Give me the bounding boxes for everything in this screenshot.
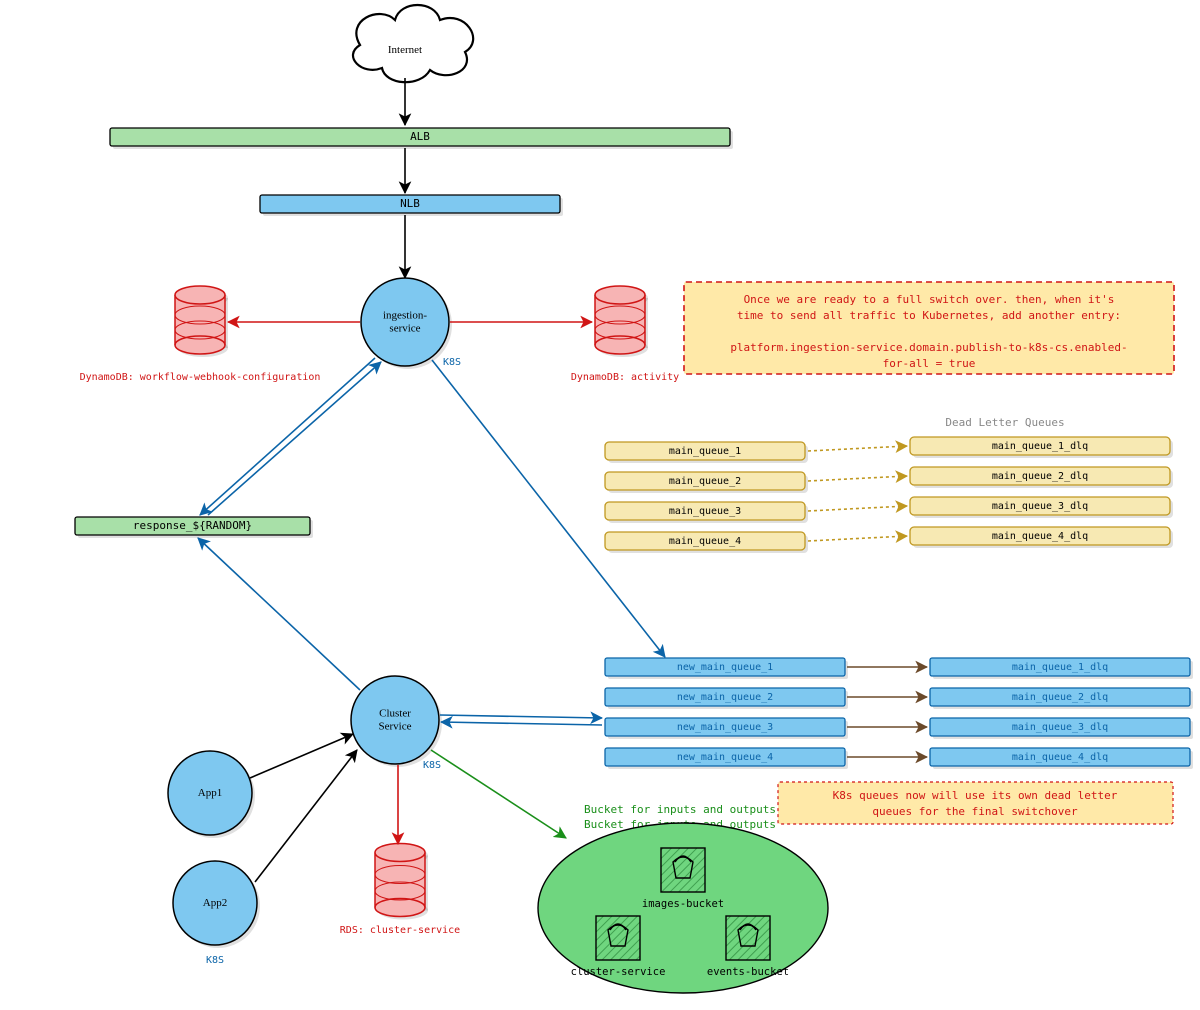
old-dlq: main_queue_2_dlq [992, 471, 1088, 482]
apps-k8s-tag: K8S [206, 955, 224, 966]
internet-label: Internet [388, 44, 422, 56]
internet-cloud: Internet [353, 5, 473, 82]
events-bucket-label: events-bucket [707, 966, 789, 978]
bucket-header-1: Bucket for inputs and outputs [584, 803, 776, 816]
dynamodb-left-label: DynamoDB: workflow-webhook-configuration [80, 372, 321, 383]
cluster-service-bucket-label: cluster-service [571, 966, 666, 978]
app1-label: App1 [198, 787, 222, 799]
cluster-service-label: ClusterService [379, 707, 412, 732]
k8s-note-line2: queues for the final switchover [872, 805, 1078, 818]
new-main-queue: new_main_queue_3 [677, 722, 773, 733]
switchover-note-line: Once we are ready to a full switch over.… [744, 293, 1115, 306]
alb-label: ALB [410, 130, 430, 143]
dlq-header: Dead Letter Queues [945, 416, 1064, 429]
architecture-diagram: InternetALBNLBingestion-serviceK8SDynamo… [0, 0, 1200, 1010]
rds-label: RDS: cluster-service [340, 925, 460, 936]
new-main-queue: new_main_queue_2 [677, 692, 773, 703]
old-main-queue: main_queue_4 [669, 536, 741, 547]
new-dlq: main_queue_1_dlq [1012, 662, 1108, 673]
switchover-note-line: for-all = true [883, 357, 976, 370]
old-dlq: main_queue_1_dlq [992, 441, 1088, 452]
old-dlq: main_queue_4_dlq [992, 531, 1088, 542]
ingestion-k8s-tag: K8S [443, 357, 461, 368]
dynamodb-right-label: DynamoDB: activity [571, 372, 679, 383]
events-bucket-icon [726, 916, 770, 960]
old-main-queue: main_queue_2 [669, 476, 741, 487]
cluster-service-bucket-icon [596, 916, 640, 960]
images-bucket-label: images-bucket [642, 898, 724, 910]
k8s-note-line1: K8s queues now will use its own dead let… [833, 789, 1118, 802]
new-dlq: main_queue_3_dlq [1012, 722, 1108, 733]
switchover-note-line: platform.ingestion-service.domain.publis… [730, 341, 1127, 354]
app2-label: App2 [203, 897, 227, 909]
nlb-label: NLB [400, 197, 420, 210]
new-main-queue: new_main_queue_4 [677, 752, 773, 763]
new-main-queue: new_main_queue_1 [677, 662, 773, 673]
new-dlq: main_queue_4_dlq [1012, 752, 1108, 763]
old-dlq: main_queue_3_dlq [992, 501, 1088, 512]
new-dlq: main_queue_2_dlq [1012, 692, 1108, 703]
old-main-queue: main_queue_3 [669, 506, 741, 517]
cluster-service-k8s-tag: K8S [423, 760, 441, 771]
response-queue-label: response_${RANDOM} [133, 519, 252, 532]
old-main-queue: main_queue_1 [669, 446, 741, 457]
images-bucket-icon [661, 848, 705, 892]
switchover-note-line: time to send all traffic to Kubernetes, … [737, 309, 1121, 322]
